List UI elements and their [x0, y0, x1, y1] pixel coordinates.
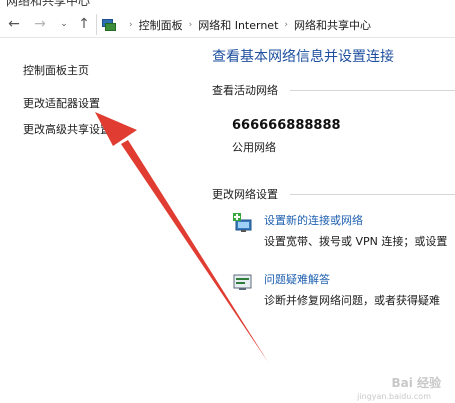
- control-panel-icon: [101, 18, 117, 32]
- breadcrumb-separator-icon: ›: [284, 19, 289, 30]
- main-content: 查看基本网络信息并设置连接 查看活动网络 666666888888 公用网络 更…: [200, 40, 455, 403]
- breadcrumb-network-internet[interactable]: 网络和 Internet: [198, 17, 278, 33]
- setup-new-connection-description: 设置宽带、拨号或 VPN 连接；或设置: [264, 235, 448, 248]
- breadcrumb-control-panel[interactable]: 控制面板: [139, 17, 183, 33]
- troubleshoot-link[interactable]: 问题疑难解答: [264, 271, 330, 287]
- window-title: 网络和共享中心: [6, 0, 91, 8]
- sidebar-item-change-adapter-settings[interactable]: 更改适配器设置: [23, 95, 100, 111]
- network-type: 公用网络: [232, 141, 276, 154]
- task-new-connection: 设置新的连接或网络 设置宽带、拨号或 VPN 连接；或设置: [232, 210, 455, 250]
- change-settings-heading: 更改网络设置: [212, 188, 278, 201]
- sidebar-item-change-advanced-sharing[interactable]: 更改高级共享设置: [23, 121, 111, 137]
- up-arrow-icon[interactable]: ↑: [74, 14, 94, 34]
- breadcrumb-separator-icon: ›: [129, 19, 133, 30]
- address-bar[interactable]: › 控制面板 › 网络和 Internet › 网络和共享中心: [96, 14, 455, 35]
- watermark: Bai 经验: [391, 376, 441, 390]
- task-troubleshoot: 问题疑难解答 诊断并修复网络问题，或者获得疑难: [232, 269, 455, 309]
- new-connection-icon: [233, 213, 252, 232]
- breadcrumb-separator-icon: ›: [188, 19, 193, 30]
- sidebar-item-control-panel-home[interactable]: 控制面板主页: [23, 62, 89, 78]
- troubleshoot-icon: [233, 274, 252, 290]
- forward-arrow-icon[interactable]: →: [30, 14, 50, 34]
- active-networks-heading: 查看活动网络: [212, 84, 278, 97]
- setup-new-connection-link[interactable]: 设置新的连接或网络: [264, 212, 363, 228]
- breadcrumb-network-sharing-center[interactable]: 网络和共享中心: [294, 17, 371, 33]
- section-divider: [290, 194, 455, 195]
- navigation-bar: ← → ⌄ ↑ › 控制面板 › 网络和 Internet › 网络和共享中心: [0, 12, 455, 38]
- page-title: 查看基本网络信息并设置连接: [212, 49, 394, 65]
- back-arrow-icon[interactable]: ←: [4, 14, 24, 34]
- title-bar: 网络和共享中心: [0, 0, 455, 8]
- section-divider: [290, 90, 455, 91]
- watermark-url: jingyan.baidu.com: [357, 392, 431, 401]
- sidebar: 控制面板主页 更改适配器设置 更改高级共享设置: [0, 40, 200, 403]
- recent-locations-chevron-icon[interactable]: ⌄: [54, 14, 74, 34]
- troubleshoot-description: 诊断并修复网络问题，或者获得疑难: [264, 294, 440, 307]
- network-name: 666666888888: [232, 118, 341, 133]
